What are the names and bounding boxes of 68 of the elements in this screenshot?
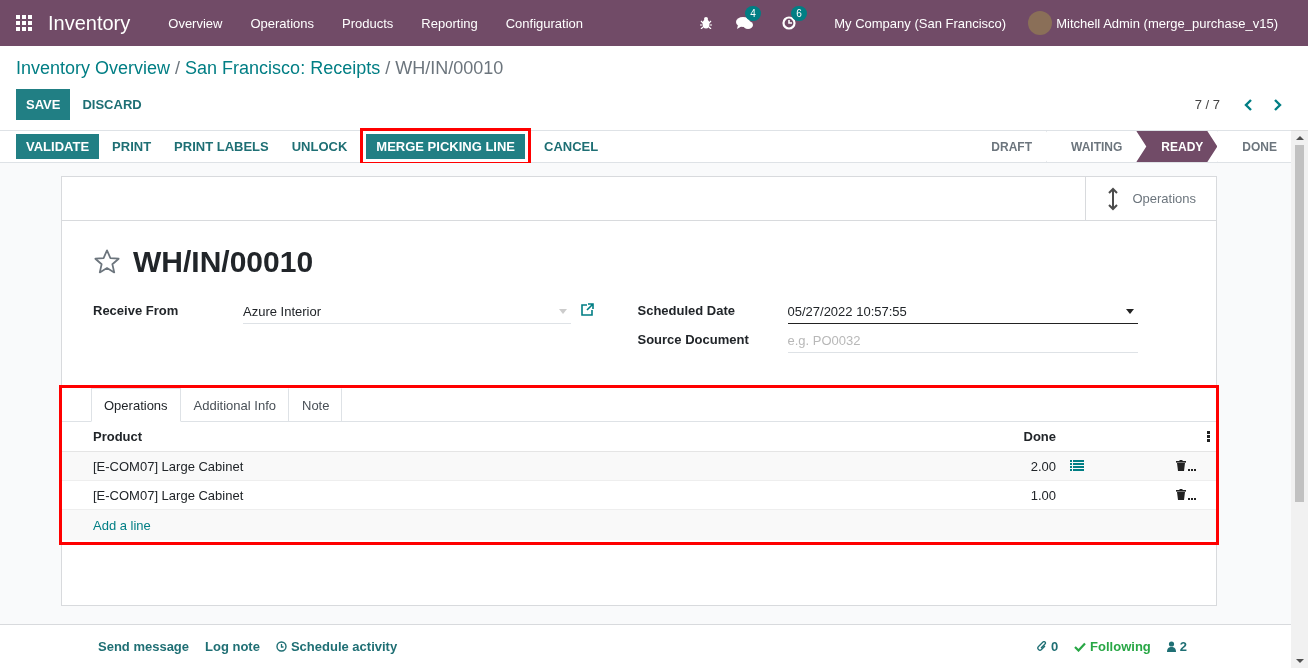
action-button[interactable]: VALIDATE <box>16 134 100 159</box>
menu-item[interactable]: Operations <box>236 15 329 31</box>
log-note-button[interactable]: Log note <box>197 635 268 658</box>
company-switcher[interactable]: My Company (San Francisco) <box>820 15 1021 31</box>
clock-icon <box>275 641 287 652</box>
clock-icon[interactable] <box>782 16 797 30</box>
star-icon[interactable] <box>93 248 121 276</box>
tab[interactable]: Additional Info <box>180 388 289 422</box>
select-field[interactable]: Azure Interior <box>243 299 571 324</box>
following-button[interactable]: Following <box>1066 635 1159 658</box>
breadcrumb-separator: / <box>385 58 391 79</box>
kebab-menu-icon[interactable] <box>1207 431 1210 442</box>
paperclip-icon <box>1036 641 1047 652</box>
table-cell-text: 2.00 <box>1029 458 1056 474</box>
table-cell-text: [E-COM07] Large Cabinet <box>93 458 245 474</box>
breadcrumb-link[interactable]: San Francisco: Receipts <box>185 58 381 79</box>
external-link-icon[interactable] <box>580 303 594 316</box>
attachments-button[interactable]: 0 <box>1028 635 1067 658</box>
column-header: Done <box>1022 429 1056 444</box>
vertical-arrows-icon <box>1108 186 1119 211</box>
action-link-button[interactable]: CANCEL <box>534 134 609 159</box>
discard-button[interactable]: DISCARD <box>72 89 152 120</box>
schedule-activity-button[interactable]: Schedule activity <box>267 635 406 658</box>
action-button[interactable]: MERGE PICKING LINE <box>366 134 525 159</box>
field-label: Receive From <box>93 302 180 318</box>
add-line-link[interactable]: Add a line <box>93 517 151 533</box>
record-title: WH/IN/00010 <box>133 245 314 279</box>
trash-icon[interactable] <box>1176 488 1196 500</box>
count-badge: 6 <box>791 6 807 21</box>
count-badge: 4 <box>745 6 761 21</box>
table-cell-text: [E-COM07] Large Cabinet <box>93 487 245 503</box>
trash-icon[interactable] <box>1176 459 1196 471</box>
field-label: Source Document <box>637 331 750 347</box>
breadcrumb-separator: / <box>175 58 181 79</box>
scrollbar[interactable] <box>1291 130 1308 668</box>
menu-item[interactable]: Configuration <box>491 15 598 31</box>
save-button[interactable]: SAVE <box>16 89 71 120</box>
bug-icon[interactable] <box>700 17 713 29</box>
menu-item[interactable]: Products <box>328 15 408 31</box>
date-field[interactable]: 05/27/2022 10:57:55 <box>787 299 1138 324</box>
app-menu-icon[interactable] <box>16 15 32 31</box>
check-icon <box>1074 641 1087 652</box>
caret-icon <box>558 308 567 314</box>
send-message-button[interactable]: Send message <box>90 635 198 658</box>
caret-icon <box>1126 308 1134 314</box>
person-icon <box>1166 641 1176 652</box>
followers-button[interactable]: 2 <box>1158 635 1195 658</box>
list-icon[interactable] <box>1070 459 1084 471</box>
user-menu[interactable]: Mitchell Admin (merge_purchase_v15) <box>1042 15 1292 31</box>
action-link-button[interactable]: UNLOCK <box>281 134 358 159</box>
breadcrumb-link[interactable]: Inventory Overview <box>16 58 171 79</box>
column-header: Product <box>93 429 144 444</box>
chat-icon[interactable] <box>736 16 755 30</box>
action-link-button[interactable]: PRINT LABELS <box>164 134 279 159</box>
tab[interactable]: Note <box>289 388 343 422</box>
breadcrumb-current: WH/IN/00010 <box>395 58 504 79</box>
next-icon[interactable] <box>1273 98 1282 111</box>
tab[interactable]: Operations <box>91 388 181 422</box>
action-link-button[interactable]: PRINT <box>102 134 162 159</box>
menu-item[interactable]: Overview <box>154 15 237 31</box>
menu-item[interactable]: Reporting <box>407 15 492 31</box>
smart-button[interactable]: Operations <box>1085 177 1216 220</box>
table-cell-text: 1.00 <box>1029 487 1056 503</box>
status-stage[interactable]: READY <box>1136 131 1218 162</box>
pager-counter: 7 / 7 <box>1194 97 1220 112</box>
field-label: Scheduled Date <box>637 302 737 318</box>
previous-icon[interactable] <box>1244 98 1253 111</box>
app-title[interactable]: Inventory <box>48 11 131 35</box>
